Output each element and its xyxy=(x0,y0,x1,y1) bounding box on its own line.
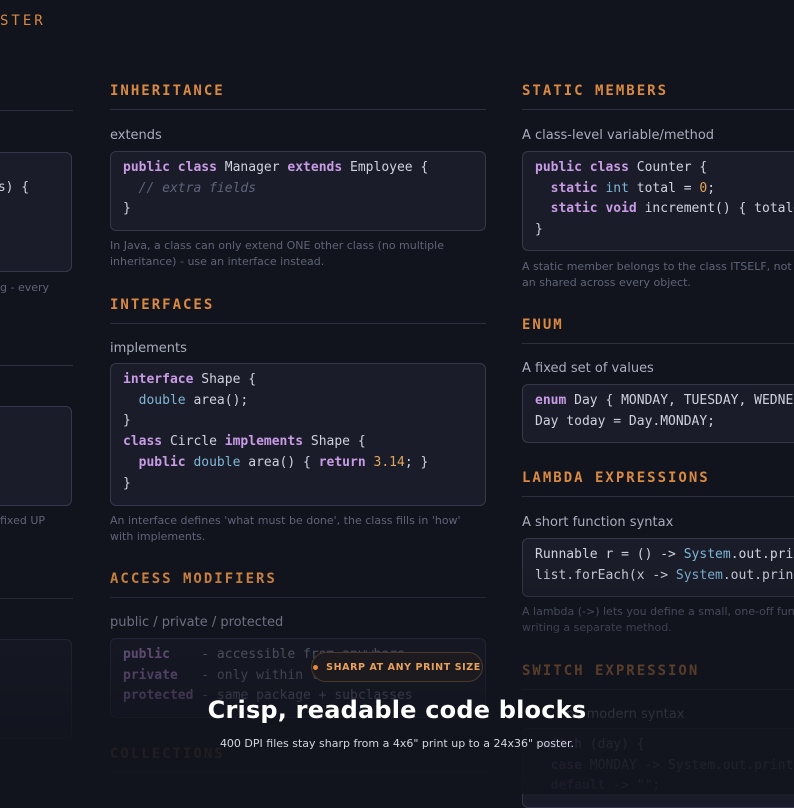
section-subtitle: implements xyxy=(110,341,187,356)
section-title-inheritance: INHERITANCE xyxy=(110,83,486,110)
section-title-interfaces: INTERFACES xyxy=(110,297,486,324)
section-subtitle: extends xyxy=(110,128,162,143)
section-title-collections: COLLECTIONS xyxy=(110,746,486,773)
note: fixed UP xyxy=(0,514,46,527)
poster-title: STER xyxy=(0,13,46,29)
print-size-badge: SHARP AT ANY PRINT SIZE xyxy=(311,652,483,682)
divider xyxy=(0,110,73,111)
section-subtitle: public / private / protected xyxy=(110,615,284,630)
section-subtitle: A fixed set of values xyxy=(522,361,654,376)
badge-label: SHARP AT ANY PRINT SIZE xyxy=(326,661,481,673)
section-note: An interface defines 'what must be done'… xyxy=(110,514,461,543)
section-title-lambda: LAMBDA EXPRESSIONS xyxy=(522,470,794,497)
note: g - every xyxy=(0,281,50,294)
section-title-static-members: STATIC MEMBERS xyxy=(522,83,794,110)
code-block-inheritance: public class Manager extends Employee { … xyxy=(110,151,486,231)
section-title-switch: SWITCH EXPRESSION xyxy=(522,663,794,690)
code-block xyxy=(0,406,72,506)
badge-dot-icon xyxy=(313,664,319,670)
section-subtitle: A short function syntax xyxy=(522,515,674,530)
code-block-enum: enum Day { MONDAY, TUESDAY, WEDNESDAY } … xyxy=(522,384,794,443)
section-subtitle: A class-level variable/method xyxy=(522,128,715,143)
code-block xyxy=(0,639,72,739)
headline: Crisp, readable code blocks xyxy=(207,696,587,724)
section-note: In Java, a class can only extend ONE oth… xyxy=(110,239,444,268)
section-note: A lambda (->) lets you define a small, o… xyxy=(522,605,794,634)
section-title-enum: ENUM xyxy=(522,317,794,344)
code-line: gs) { xyxy=(0,180,30,195)
divider xyxy=(0,598,73,599)
divider xyxy=(0,365,73,366)
code-block-lambda: Runnable r = () -> System.out.println();… xyxy=(522,538,794,597)
subheadline: 400 DPI files stay sharp from a 4x6" pri… xyxy=(219,737,575,750)
code-block-static: public class Counter { static int total … xyxy=(522,151,794,251)
code-block-interfaces: interface Shape { double area(); } class… xyxy=(110,363,486,506)
code-block: gs) { xyxy=(0,152,72,272)
section-title-access-modifiers: ACCESS MODIFIERS xyxy=(110,571,486,598)
section-note: A static member belongs to the class ITS… xyxy=(522,260,794,289)
